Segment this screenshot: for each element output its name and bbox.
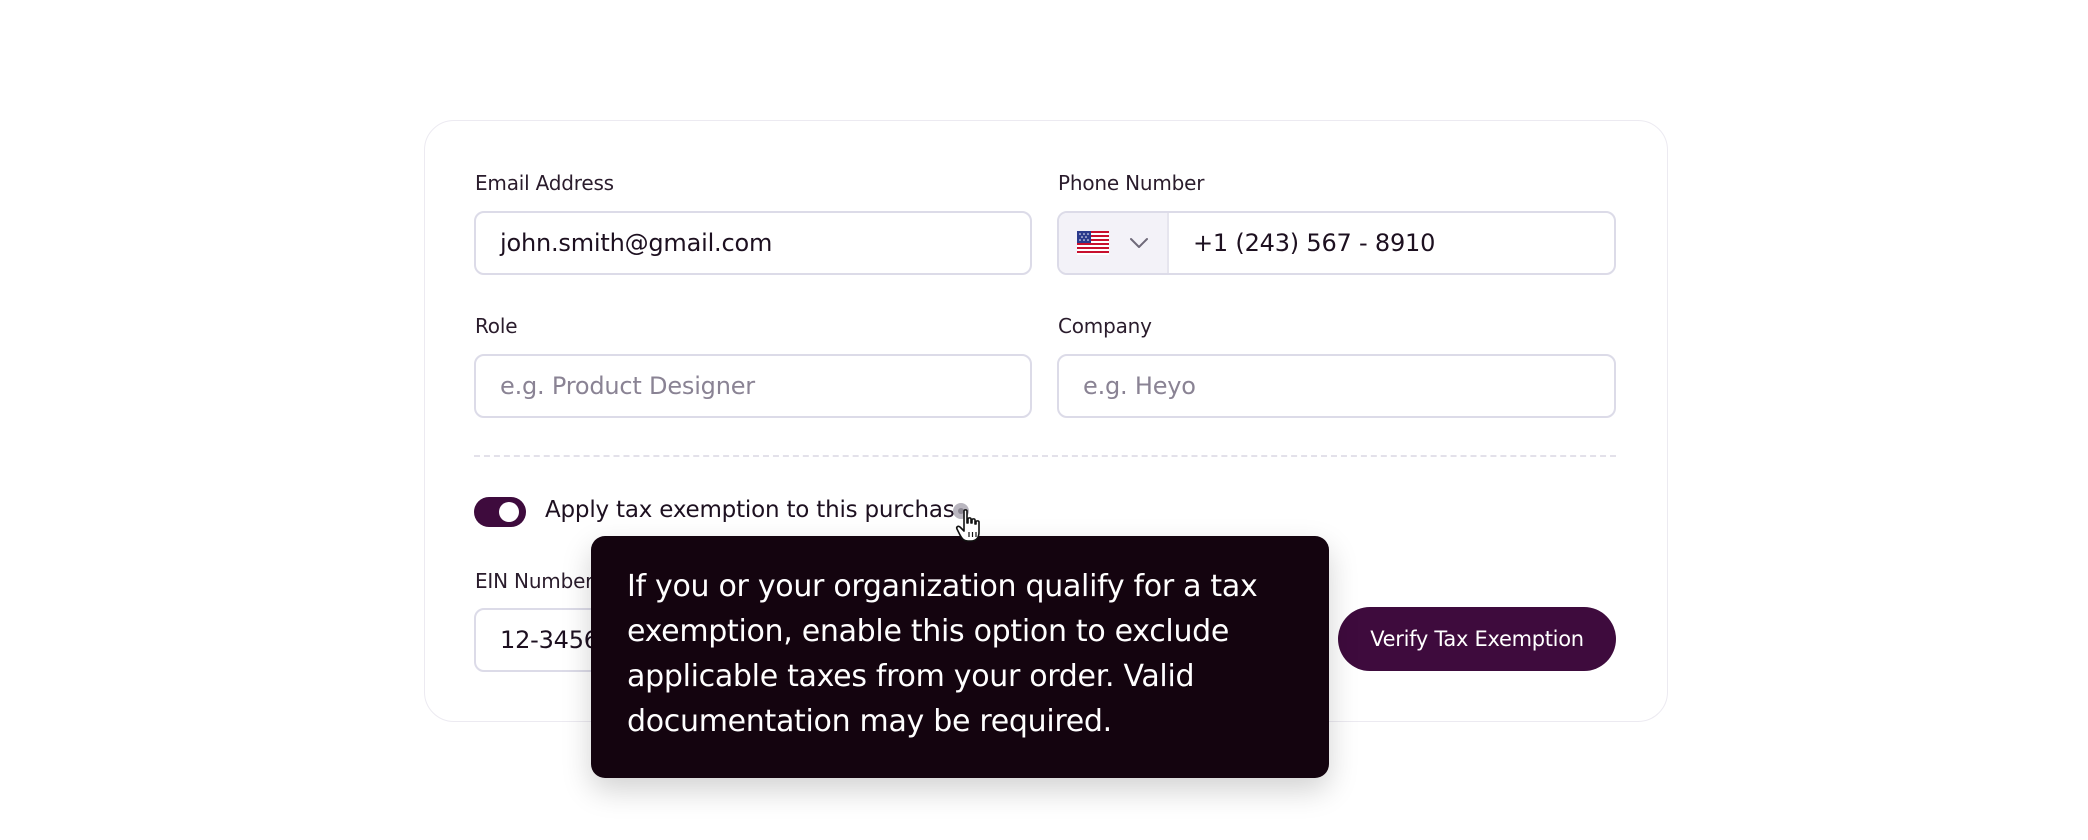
company-field[interactable]: e.g. Heyo (1057, 354, 1616, 418)
role-placeholder: e.g. Product Designer (500, 372, 755, 400)
email-label: Email Address (475, 171, 614, 195)
tooltip-text: If you or your organization qualify for … (627, 569, 1258, 739)
ein-label: EIN Number (475, 569, 594, 593)
email-value: john.smith@gmail.com (500, 229, 773, 257)
us-flag-icon (1077, 231, 1109, 255)
role-field[interactable]: e.g. Product Designer (474, 354, 1032, 418)
section-divider (474, 455, 1616, 457)
email-field[interactable]: john.smith@gmail.com (474, 211, 1032, 275)
role-label: Role (475, 314, 518, 338)
country-code-select[interactable] (1059, 213, 1169, 273)
ein-value: 12-3456 (500, 626, 599, 654)
company-placeholder: e.g. Heyo (1083, 372, 1196, 400)
tax-exemption-tooltip: If you or your organization qualify for … (591, 536, 1329, 778)
company-label: Company (1058, 314, 1152, 338)
phone-field[interactable]: +1 (243) 567 - 8910 (1057, 211, 1616, 275)
hand-pointer-cursor-icon (955, 509, 980, 542)
phone-value: +1 (243) 567 - 8910 (1193, 229, 1436, 257)
tax-exemption-toggle[interactable] (474, 497, 526, 527)
verify-tax-exemption-button[interactable]: Verify Tax Exemption (1338, 607, 1616, 671)
toggle-knob (499, 502, 519, 522)
chevron-down-icon (1130, 238, 1148, 248)
tax-exemption-label: Apply tax exemption to this purchase (545, 497, 969, 523)
phone-label: Phone Number (1058, 171, 1205, 195)
